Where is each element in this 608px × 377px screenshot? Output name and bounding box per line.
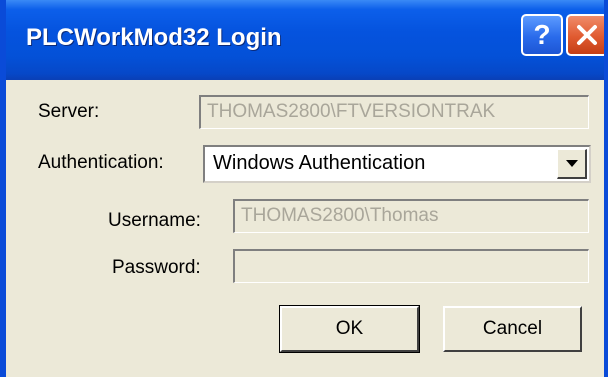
close-x-icon	[577, 25, 597, 45]
dropdown-arrow-button[interactable]	[557, 149, 587, 179]
help-button[interactable]: ?	[521, 14, 563, 56]
question-mark-icon: ?	[533, 19, 551, 50]
password-field	[233, 249, 589, 283]
window-title: PLCWorkMod32 Login	[26, 24, 282, 51]
password-label: Password:	[112, 257, 201, 278]
authentication-select-value: Windows Authentication	[213, 152, 426, 174]
server-field: THOMAS2800\FTVERSIONTRAK	[199, 95, 589, 129]
cancel-button[interactable]: Cancel	[443, 306, 582, 352]
authentication-select[interactable]: Windows Authentication	[203, 145, 591, 183]
username-field: THOMAS2800\Thomas	[233, 199, 589, 233]
server-label: Server:	[38, 101, 100, 122]
dropdown-arrow-icon	[565, 159, 578, 167]
login-dialog: PLCWorkMod32 Login ? Server: THOMAS2800\…	[0, 0, 608, 377]
close-button[interactable]	[566, 14, 604, 56]
title-bar[interactable]: PLCWorkMod32 Login ?	[6, 0, 604, 80]
authentication-label: Authentication:	[38, 152, 164, 173]
username-label: Username:	[108, 210, 201, 231]
ok-button[interactable]: OK	[279, 305, 420, 353]
